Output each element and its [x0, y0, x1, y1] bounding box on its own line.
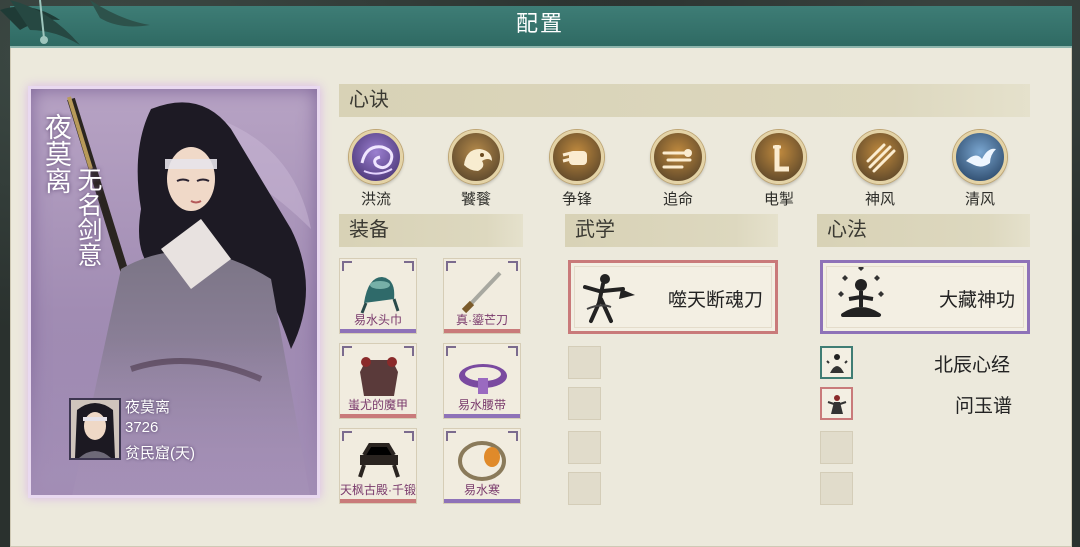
xinjue-skill-3[interactable]: 争锋 — [547, 130, 607, 209]
xinjue-skill-label: 饕餮 — [460, 191, 491, 208]
xinjue-skill-label: 清风 — [964, 191, 995, 208]
fist-icon — [550, 130, 604, 184]
xinjue-skill-6[interactable]: 神风 — [850, 130, 910, 209]
equipment-slot-2[interactable]: 真·鎏芒刀 — [443, 258, 521, 334]
xinjue-skill-label: 追命 — [662, 191, 693, 208]
lightning-icon — [752, 130, 806, 184]
equipment-slot-4[interactable]: 易水腰带 — [443, 343, 521, 419]
xinjue-skill-1[interactable]: 洪流 — [346, 130, 406, 209]
xinjue-skill-5[interactable]: 电掣 — [749, 130, 809, 209]
xinfa-empty-slot-1[interactable] — [820, 431, 853, 464]
equipment-label: 易水头巾 — [353, 313, 402, 327]
equipment-slot-6[interactable]: 易水寒 — [443, 428, 521, 504]
wuxue-empty-slot-4[interactable] — [568, 472, 601, 505]
wuxue-main-slot[interactable]: 噬天断魂刀 — [568, 260, 778, 334]
character-name: 夜莫离 — [125, 399, 171, 416]
monk-icon — [825, 353, 848, 373]
character-origin: 贫民窟(天) — [125, 445, 195, 462]
armor-icon — [360, 357, 398, 396]
wind-slash-icon — [853, 130, 907, 184]
xinfa-empty-slot-2[interactable] — [820, 472, 853, 505]
blade-icon — [461, 271, 502, 314]
equipment-label: 真·鎏芒刀 — [456, 313, 508, 327]
equipment-slot-1[interactable]: 易水头巾 — [339, 258, 417, 334]
equipment-label: 蚩尤的魔甲 — [347, 398, 408, 412]
bird-icon — [953, 130, 1007, 184]
xinjue-skill-label: 神风 — [864, 191, 895, 208]
section-header-xinjue: 心诀 — [339, 84, 1030, 117]
xinfa-main-name: 大藏神功 — [938, 290, 1015, 311]
xinfa-sub-name-1: 北辰心经 — [934, 355, 1011, 376]
swordsman-icon — [583, 274, 635, 323]
relic-icon — [358, 443, 400, 478]
section-header-equipment: 装备 — [339, 214, 523, 247]
xinjue-skill-7[interactable]: 清风 — [950, 130, 1010, 209]
belt-icon — [459, 364, 507, 394]
wuxue-main-name: 噬天断魂刀 — [667, 290, 763, 311]
xinjue-skill-4[interactable]: 追命 — [648, 130, 708, 209]
beast-icon — [449, 130, 503, 184]
character-card[interactable]: 夜莫离 无名剑意 夜莫离 3726 贫民窟(天) — [28, 86, 320, 498]
xinfa-sub-slot-2[interactable] — [820, 387, 853, 420]
xinfa-sub-slot-1[interactable] — [820, 346, 853, 379]
section-header-xinfa: 心法 — [817, 214, 1030, 247]
equipment-label: 天枫古殿·千锻 — [340, 483, 416, 497]
equipment-label: 易水寒 — [463, 483, 500, 497]
xinjue-skill-label: 电掣 — [763, 191, 794, 208]
xinfa-main-slot[interactable]: 大藏神功 — [820, 260, 1030, 334]
equipment-slot-5[interactable]: 天枫古殿·千锻 — [339, 428, 417, 504]
wuxue-empty-slot-3[interactable] — [568, 431, 601, 464]
wuxue-empty-slot-1[interactable] — [568, 346, 601, 379]
figure-icon — [827, 394, 846, 414]
character-title-vertical: 无名剑意 — [74, 167, 103, 267]
xinjue-skill-label: 洪流 — [360, 191, 391, 208]
xinjue-skill-label: 争锋 — [561, 191, 592, 208]
meditation-icon — [838, 267, 884, 317]
headband-icon — [360, 277, 400, 314]
dash-icon — [651, 130, 705, 184]
character-name-vertical: 夜莫离 — [40, 113, 71, 194]
wuxue-empty-slot-2[interactable] — [568, 387, 601, 420]
window-title: 配置 — [515, 12, 564, 37]
bracelet-icon — [458, 441, 506, 481]
avatar — [69, 398, 121, 460]
character-power: 3726 — [125, 419, 159, 436]
xinjue-skill-2[interactable]: 饕餮 — [446, 130, 506, 209]
xinfa-sub-name-2: 问玉谱 — [955, 396, 1013, 417]
equipment-slot-3[interactable]: 蚩尤的魔甲 — [339, 343, 417, 419]
wave-swirl-icon — [349, 130, 403, 184]
section-header-wuxue: 武学 — [565, 214, 778, 247]
equipment-label: 易水腰带 — [457, 398, 506, 412]
